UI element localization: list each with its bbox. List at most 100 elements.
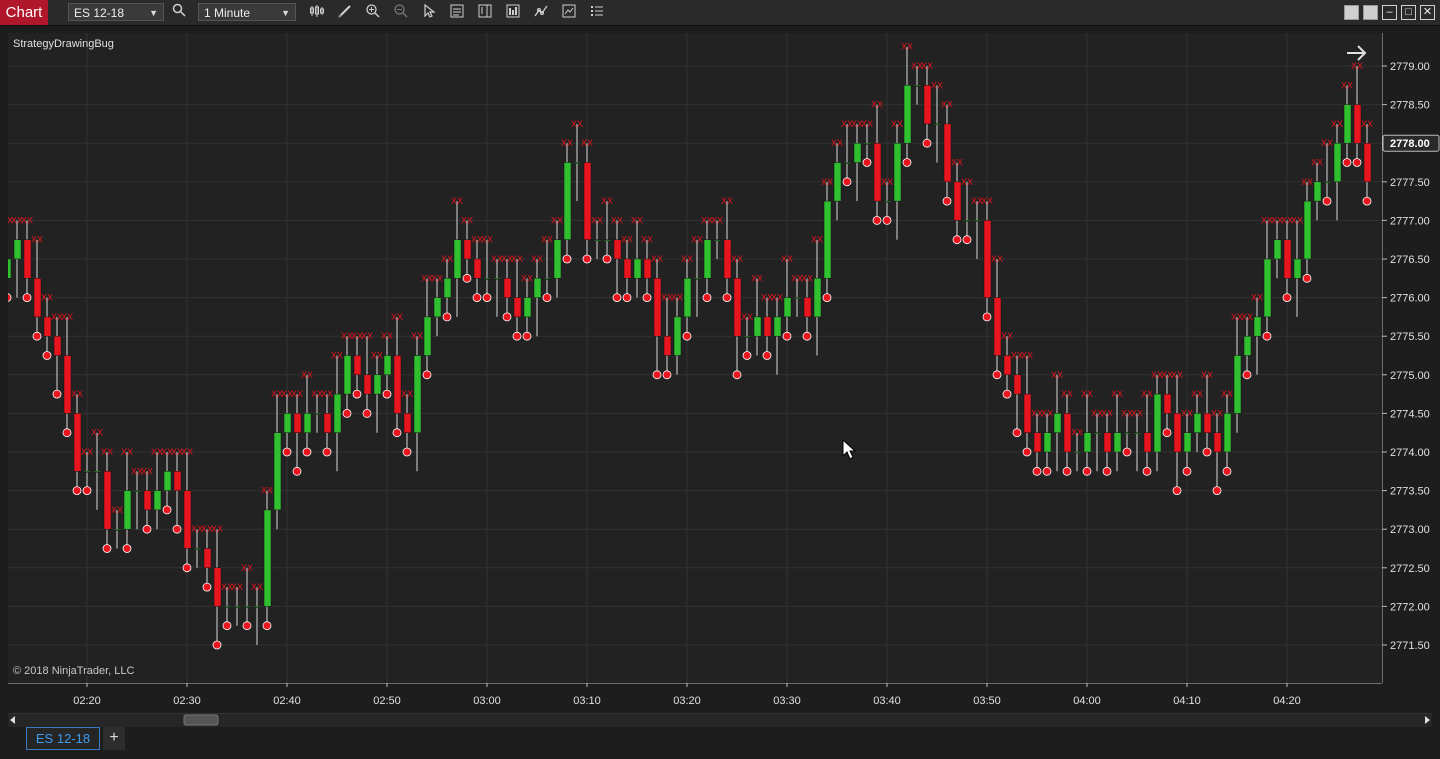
maximize-icon[interactable]: □ (1401, 5, 1416, 20)
up-candle (243, 606, 252, 608)
swing-dot (1042, 466, 1052, 476)
chart-window-tab[interactable]: Chart (0, 0, 48, 25)
x-tick-label: 03:00 (473, 695, 501, 707)
xxx-label: XX (1001, 331, 1013, 341)
down-candle (1003, 355, 1012, 376)
candles-layer: XX XX XX XX XX XX XX XX XX XX XX XX XX XX XX XX XX XX XX XX… (1, 42, 1373, 650)
xxx-label: XX (511, 254, 523, 264)
xxx-label: XX (141, 466, 153, 476)
down-candle (1363, 142, 1372, 183)
scrollbar-thumb[interactable] (183, 714, 219, 726)
xxx-label: XX (1331, 119, 1343, 129)
chart-panel[interactable]: X X X X X X X X X X X X X X X X X X X X X X X X X X X X X X X X X X X X X X X X… (1, 33, 1382, 683)
down-candle (623, 258, 632, 279)
up-candle (273, 432, 282, 511)
down-candle (183, 490, 192, 549)
up-candle (913, 85, 922, 87)
xxx-label: XX (231, 582, 243, 592)
horizontal-scrollbar[interactable] (8, 713, 1432, 727)
swing-dot (842, 177, 852, 187)
y-tick-label: 2775.50 (1390, 331, 1430, 343)
swing-dot (1322, 196, 1332, 206)
zoom-in-icon[interactable] (363, 3, 383, 21)
swing-dot (1012, 428, 1022, 438)
drawing-tool-icon[interactable] (335, 3, 355, 21)
swing-dot (222, 621, 232, 631)
minimize-icon[interactable]: – (1382, 5, 1397, 20)
xxx-label: XX (391, 312, 403, 322)
strategies-icon[interactable] (531, 3, 551, 21)
xxx-label: XX (1141, 389, 1153, 399)
xxx-label: XX (1291, 215, 1303, 225)
down-candle (803, 297, 812, 318)
chevron-down-icon: ▼ (281, 8, 290, 18)
y-tick-label: 2776.00 (1390, 293, 1430, 305)
up-candle (1093, 432, 1102, 434)
up-candle (823, 200, 832, 279)
add-tab-button[interactable]: + (103, 727, 125, 750)
xxx-label: XX (721, 196, 733, 206)
down-candle (103, 471, 112, 530)
xxx-label: XX (1061, 389, 1073, 399)
current-price-label: 2778.00 (1390, 138, 1430, 150)
price-axis[interactable]: 2779.00 2778.50 2778.00 2777.50 2777.00 2776.… (1381, 33, 1440, 683)
interval-selector[interactable]: 1 Minute ▼ (198, 3, 296, 21)
instrument-tab[interactable]: ES 12-18 (26, 727, 100, 750)
y-tick-label: 2774.00 (1390, 447, 1430, 459)
search-icon[interactable] (169, 3, 189, 21)
up-candle (153, 490, 162, 511)
xxx-label: XX (921, 61, 933, 71)
xxx-label: XX (21, 215, 33, 225)
swing-dot (782, 331, 792, 341)
up-candle (853, 142, 862, 163)
data-box-icon[interactable] (447, 3, 467, 21)
scroll-left-icon[interactable] (10, 716, 15, 724)
up-candle (1073, 451, 1082, 454)
xxx-label: XX (751, 273, 763, 283)
time-axis[interactable]: 02:20 02:30 02:40 02:50 03:00 03:10 03:20 03:30… (8, 682, 1382, 713)
xxx-label: XX (941, 100, 953, 110)
close-icon[interactable]: ✕ (1420, 5, 1435, 20)
pointer-icon[interactable] (419, 3, 439, 21)
tile-icon[interactable] (1344, 5, 1359, 20)
up-candle (543, 278, 552, 280)
down-candle (1023, 393, 1032, 433)
up-candle (343, 355, 352, 395)
zoom-out-icon[interactable] (391, 3, 411, 21)
down-candle (203, 548, 212, 569)
instrument-selector[interactable]: ES 12-18 ▼ (68, 3, 164, 21)
swing-dot (922, 138, 932, 148)
swing-dot (42, 351, 52, 360)
down-candle (173, 471, 182, 491)
properties-icon[interactable] (587, 3, 607, 21)
indicators-icon[interactable] (503, 3, 523, 21)
xxx-label: XX (551, 215, 563, 225)
swing-dot (262, 621, 272, 631)
swing-dot (1262, 331, 1272, 341)
swing-dot (1172, 486, 1182, 496)
bars-type-icon[interactable] (307, 3, 327, 21)
up-candle (1183, 432, 1192, 453)
up-candle (83, 471, 92, 473)
swing-dot (862, 158, 872, 167)
xxx-label: XX (691, 235, 703, 245)
up-candle (1153, 393, 1162, 453)
x-tick-label: 03:20 (673, 695, 701, 707)
up-candle (1123, 432, 1132, 434)
tile-icon[interactable] (1363, 5, 1378, 20)
down-candle (993, 297, 1002, 356)
xxx-label: XX (541, 235, 553, 245)
x-tick-label: 04:00 (1073, 695, 1101, 707)
scroll-right-icon[interactable] (1425, 716, 1430, 724)
scroll-right-arrow-icon[interactable] (1347, 45, 1367, 61)
xxx-label: XX (1041, 408, 1053, 418)
chart-trader-icon[interactable] (475, 3, 495, 21)
up-candle (383, 355, 392, 376)
price-chart[interactable]: XX XX XX XX XX XX XX XX XX XX XX XX XX XX XX XX XX XX XX XX… (1, 33, 1382, 683)
down-candle (73, 413, 82, 472)
up-candle (233, 606, 242, 608)
x-tick-label: 03:10 (573, 695, 601, 707)
templates-icon[interactable] (559, 3, 579, 21)
copyright-text: © 2018 NinjaTrader, LLC (13, 665, 134, 677)
interval-value: 1 Minute (204, 6, 251, 20)
